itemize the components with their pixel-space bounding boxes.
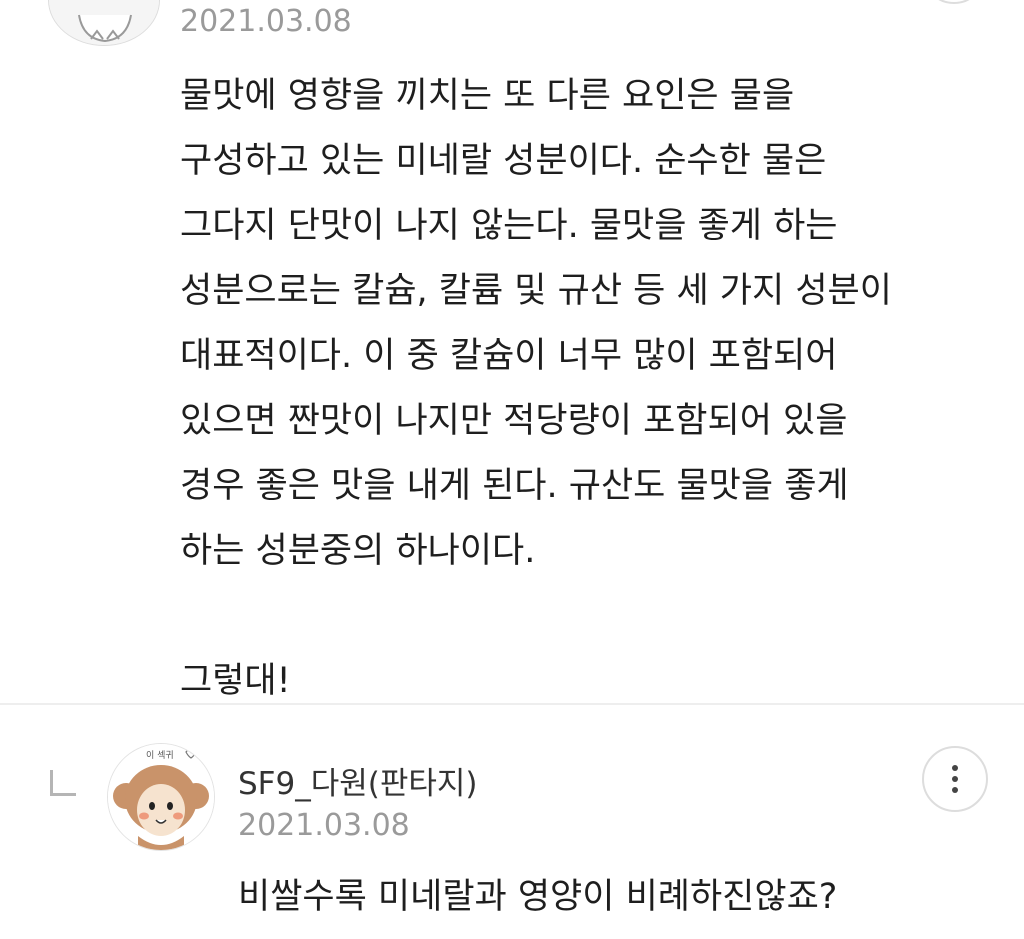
comment-line: 대표적이다. 이 중 칼슘이 너무 많이 포함되어 — [180, 336, 838, 376]
comment-line: 경우 좋은 맛을 내게 된다. 규산도 물맛을 좋게 — [180, 466, 849, 506]
reply-avatar[interactable]: 이 섹귀 — [107, 743, 215, 851]
monkey-avatar-icon: 이 섹귀 — [108, 744, 214, 850]
comment-line: 있으면 짠맛이 나지만 적당량이 포함되어 있을 — [180, 401, 848, 441]
comment-line: 하는 성분중의 하나이다. — [180, 531, 536, 571]
avatar-caption: 이 섹귀 — [146, 750, 174, 761]
cartoon-avatar-icon — [49, 0, 159, 45]
comment-line: 성분으로는 칼슘, 칼륨 및 규산 등 세 가지 성분이 — [180, 271, 892, 311]
more-options-button[interactable] — [922, 0, 986, 4]
comment-line: 구성하고 있는 미네랄 성분이다. 순수한 물은 — [180, 141, 827, 181]
more-dot-icon — [952, 765, 958, 771]
reply-body: 비쌀수록 미네랄과 영양이 비례하진않죠? — [238, 877, 838, 917]
commenter-avatar[interactable] — [48, 0, 160, 46]
reply-date: 2021.03.08 — [238, 808, 410, 843]
more-dot-icon — [952, 787, 958, 793]
reply-indicator-icon — [50, 770, 76, 796]
reply-more-options-button[interactable] — [922, 746, 988, 812]
more-dot-icon — [952, 776, 958, 782]
comment-divider — [0, 703, 1024, 705]
reply-author-name[interactable]: SF9_다원(판타지) — [238, 758, 478, 803]
comment-body: 물맛에 영향을 끼치는 또 다른 요인은 물을 구성하고 있는 미네랄 성분이다… — [180, 64, 920, 714]
comment-line: 물맛에 영향을 끼치는 또 다른 요인은 물을 — [180, 76, 795, 116]
comment-line: 그다지 단맛이 나지 않는다. 물맛을 좋게 하는 — [180, 206, 838, 246]
comment-thread: 2021.03.08 물맛에 영향을 끼치는 또 다른 요인은 물을 구성하고 … — [0, 0, 1024, 939]
comment-date: 2021.03.08 — [180, 4, 352, 39]
